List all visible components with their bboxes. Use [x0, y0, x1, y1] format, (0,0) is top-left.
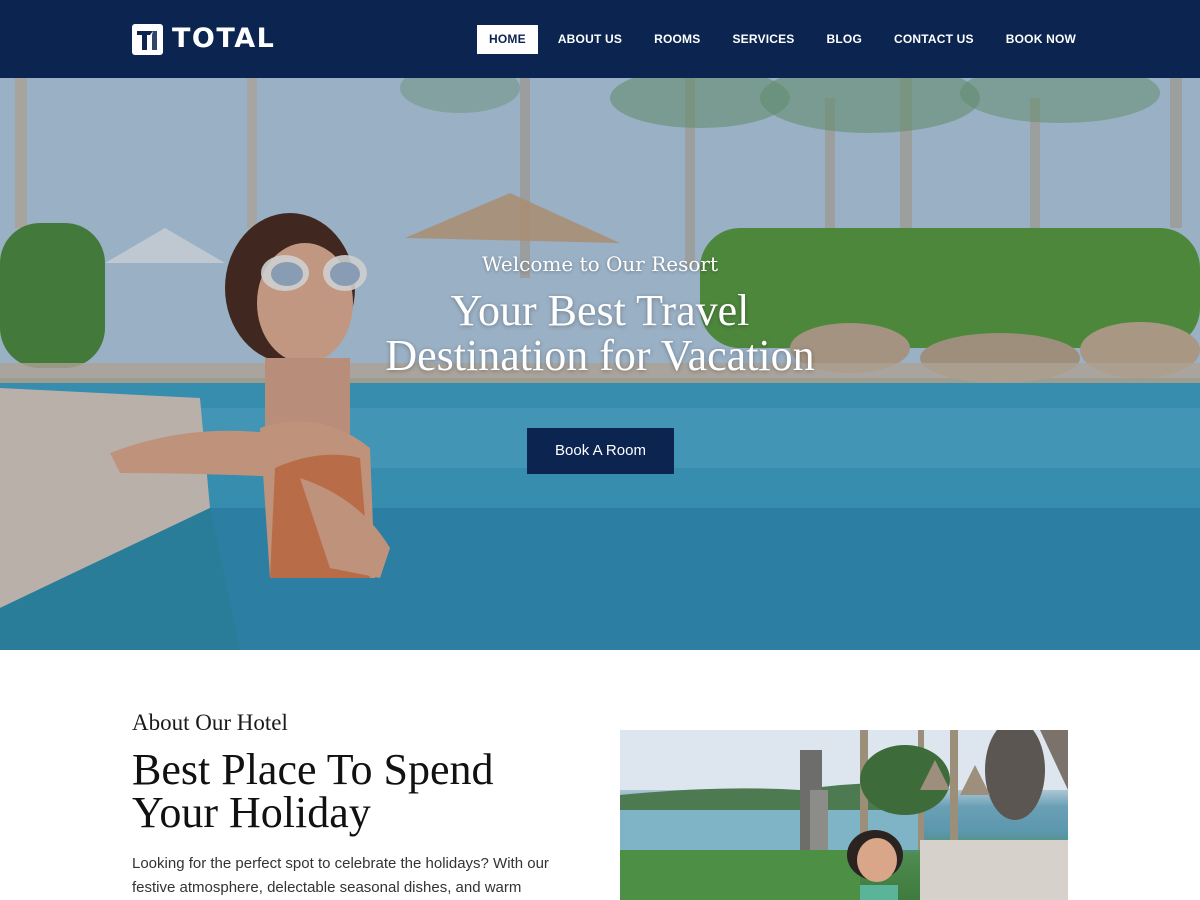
about-title-line-2: Your Holiday — [132, 788, 371, 837]
about-title: Best Place To Spend Your Holiday — [132, 745, 572, 837]
hero-section: Welcome to Our Resort Your Best Travel D… — [0, 78, 1200, 650]
nav-item-rooms[interactable]: ROOMS — [642, 25, 712, 54]
hero-subtitle: Welcome to Our Resort — [482, 252, 718, 276]
about-kicker: About Our Hotel — [132, 710, 288, 735]
nav-item-about-us[interactable]: ABOUT US — [546, 25, 634, 54]
book-a-room-button[interactable]: Book A Room — [527, 428, 674, 474]
about-hotel-photo — [620, 730, 1068, 900]
about-title-line-1: Best Place To Spend — [132, 745, 494, 794]
hero-title-line-2: Destination for Vacation — [385, 331, 815, 380]
logo-mark-icon — [132, 23, 163, 55]
site-logo[interactable]: TOTAL — [132, 23, 276, 55]
main-nav: HOME ABOUT US ROOMS SERVICES BLOG CONTAC… — [477, 25, 1096, 54]
brand-name: TOTAL — [172, 23, 276, 54]
nav-item-contact-us[interactable]: CONTACT US — [882, 25, 986, 54]
nav-item-services[interactable]: SERVICES — [720, 25, 806, 54]
hero-title-line-1: Your Best Travel — [450, 286, 750, 335]
about-description: Looking for the perfect spot to celebrat… — [132, 855, 549, 896]
site-header: TOTAL HOME ABOUT US ROOMS SERVICES BLOG … — [0, 0, 1200, 78]
nav-item-home[interactable]: HOME — [477, 25, 538, 54]
nav-item-blog[interactable]: BLOG — [815, 25, 874, 54]
nav-item-book-now[interactable]: BOOK NOW — [994, 25, 1088, 54]
hero-title: Your Best Travel Destination for Vacatio… — [0, 288, 1200, 378]
